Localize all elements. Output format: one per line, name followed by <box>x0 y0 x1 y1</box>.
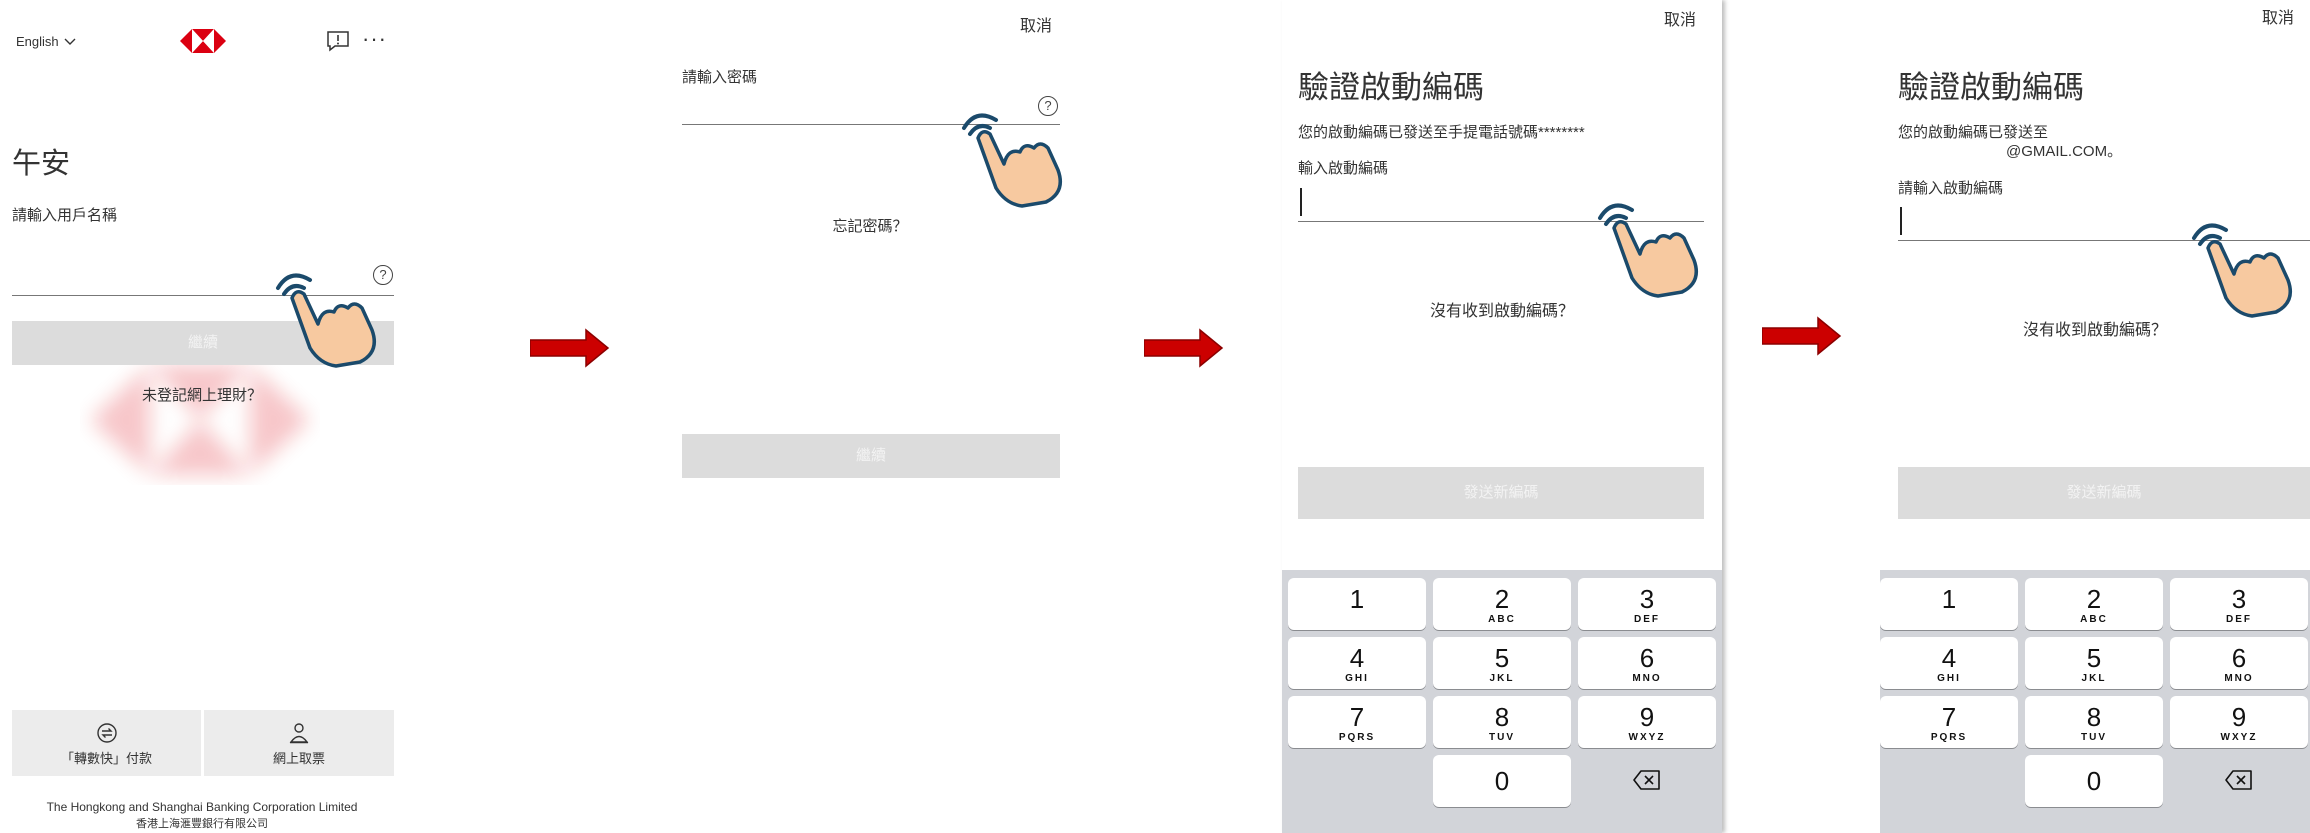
login-password-screen: 取消 請輸入密碼 ? 忘記密碼？ 繼續 <box>670 0 1070 833</box>
not-registered-link[interactable]: 未登記網上理財？ <box>0 384 404 405</box>
verify-code-sms-screen: 取消 驗證啟動編碼 您的啟動編碼已發送至手提電話號碼******** 輸入啟動編… <box>1282 0 1722 833</box>
key-5[interactable]: 5 JKL <box>1433 637 1571 689</box>
continue-button[interactable]: 繼續 <box>682 434 1060 478</box>
e-ticket-label: 網上取票 <box>272 751 325 766</box>
fps-payment-button[interactable]: 「轉數快」付款 <box>12 710 201 776</box>
more-options-icon[interactable]: ··· <box>362 28 387 50</box>
tap-hand-icon <box>2192 223 2292 318</box>
text-caret <box>1300 188 1302 216</box>
key-9[interactable]: 9 WXYZ <box>1578 696 1716 748</box>
key-4[interactable]: 4 GHI <box>1288 637 1426 689</box>
language-label: English <box>16 34 59 49</box>
send-new-code-button[interactable]: 發送新編碼 <box>1898 467 2310 519</box>
tap-hand-icon <box>962 113 1062 208</box>
language-selector[interactable]: English <box>16 34 76 49</box>
not-received-link[interactable]: 沒有收到啟動編碼？ <box>1282 297 1722 321</box>
text-caret <box>1900 207 1902 235</box>
arrow-right-icon <box>1144 328 1224 368</box>
footer-company-en: The Hongkong and Shanghai Banking Corpor… <box>46 800 358 814</box>
arrow-right-icon <box>1762 316 1842 356</box>
numeric-keypad: 1 2 ABC 3 DEF 4 GHI 5 JKL 6 MNO 7 PQRS 8 TUV 9W… <box>1880 570 2310 833</box>
key-1[interactable]: 1 <box>1288 578 1426 630</box>
key-8[interactable]: 8 TUV <box>1433 696 1571 748</box>
fps-payment-label: 「轉數快」付款 <box>60 751 152 766</box>
sent-message-line1: 您的啟動編碼已發送至 <box>1898 124 2049 141</box>
key-6[interactable]: 6 MNO <box>1578 637 1716 689</box>
key-6[interactable]: 6 MNO <box>2170 637 2308 689</box>
tap-hand-icon <box>276 273 376 368</box>
username-label: 請輸入用戶名稱 <box>12 207 118 224</box>
person-queue-icon <box>289 723 309 744</box>
key-2[interactable]: 2 ABC <box>1433 578 1571 630</box>
tap-hand-icon <box>1598 203 1698 298</box>
key-3[interactable]: 3 DEF <box>1578 578 1716 630</box>
key-5[interactable]: 5 JKL <box>2025 637 2163 689</box>
backspace-icon <box>1633 770 1660 790</box>
key-2[interactable]: 2 ABC <box>2025 578 2163 630</box>
code-input-label: 輸入啟動編碼 <box>1298 160 1389 177</box>
key-3[interactable]: 3 DEF <box>2170 578 2308 630</box>
hsbc-logo <box>180 29 226 53</box>
hsbc-watermark <box>90 365 310 475</box>
page-title: 驗證啟動編碼 <box>1298 70 1484 105</box>
greeting-heading: 午安 <box>12 148 71 180</box>
cancel-button[interactable]: 取消 <box>1020 12 1052 36</box>
backspace-icon <box>2225 770 2252 790</box>
key-8[interactable]: 8 TUV <box>2025 696 2163 748</box>
cancel-button[interactable]: 取消 <box>1664 6 1696 30</box>
feedback-icon[interactable] <box>326 30 350 52</box>
page-title: 驗證啟動編碼 <box>1898 70 2084 105</box>
e-ticket-button[interactable]: 網上取票 <box>204 710 394 776</box>
key-7[interactable]: 7 PQRS <box>1880 696 2018 748</box>
sent-message-line2: @GMAIL.COM。 <box>2006 143 2123 160</box>
key-9[interactable]: 9 WXYZ <box>2170 696 2308 748</box>
delete-key[interactable] <box>2170 755 2308 807</box>
verify-code-email-screen: 取消 驗證啟動編碼 您的啟動編碼已發送至 @GMAIL.COM。 請輸入啟動編碼… <box>1880 0 2310 833</box>
key-4[interactable]: 4 GHI <box>1880 637 2018 689</box>
key-0[interactable]: 0 <box>1433 755 1571 807</box>
key-7[interactable]: 7 PQRS <box>1288 696 1426 748</box>
key-0[interactable]: 0 <box>2025 755 2163 807</box>
cancel-button[interactable]: 取消 <box>2262 4 2294 28</box>
password-label: 請輸入密碼 <box>682 69 758 86</box>
numeric-keypad: 1 2 ABC 3 DEF 4 GHI 5 JKL 6 MNO 7 PQRS 8 TUV 9W… <box>1282 570 1722 833</box>
sent-message: 您的啟動編碼已發送至手提電話號碼******** <box>1298 124 1585 141</box>
arrow-right-icon <box>530 328 610 368</box>
footer-company-zh: 香港上海滙豐銀行有限公司 <box>136 818 268 830</box>
code-input-label: 請輸入啟動編碼 <box>1898 180 2004 197</box>
forgot-password-link[interactable]: 忘記密碼？ <box>670 215 1070 236</box>
transfer-icon <box>96 723 117 743</box>
delete-key[interactable] <box>1578 755 1716 807</box>
key-1[interactable]: 1 <box>1880 578 2018 630</box>
send-new-code-button[interactable]: 發送新編碼 <box>1298 467 1704 519</box>
chevron-down-icon <box>64 34 76 49</box>
login-username-screen: English ··· 午安 請輸入用戶名稱 ? 繼續 未登記網上理財？ 「轉數… <box>0 0 404 833</box>
not-received-link[interactable]: 沒有收到啟動編碼？ <box>1880 316 2310 340</box>
